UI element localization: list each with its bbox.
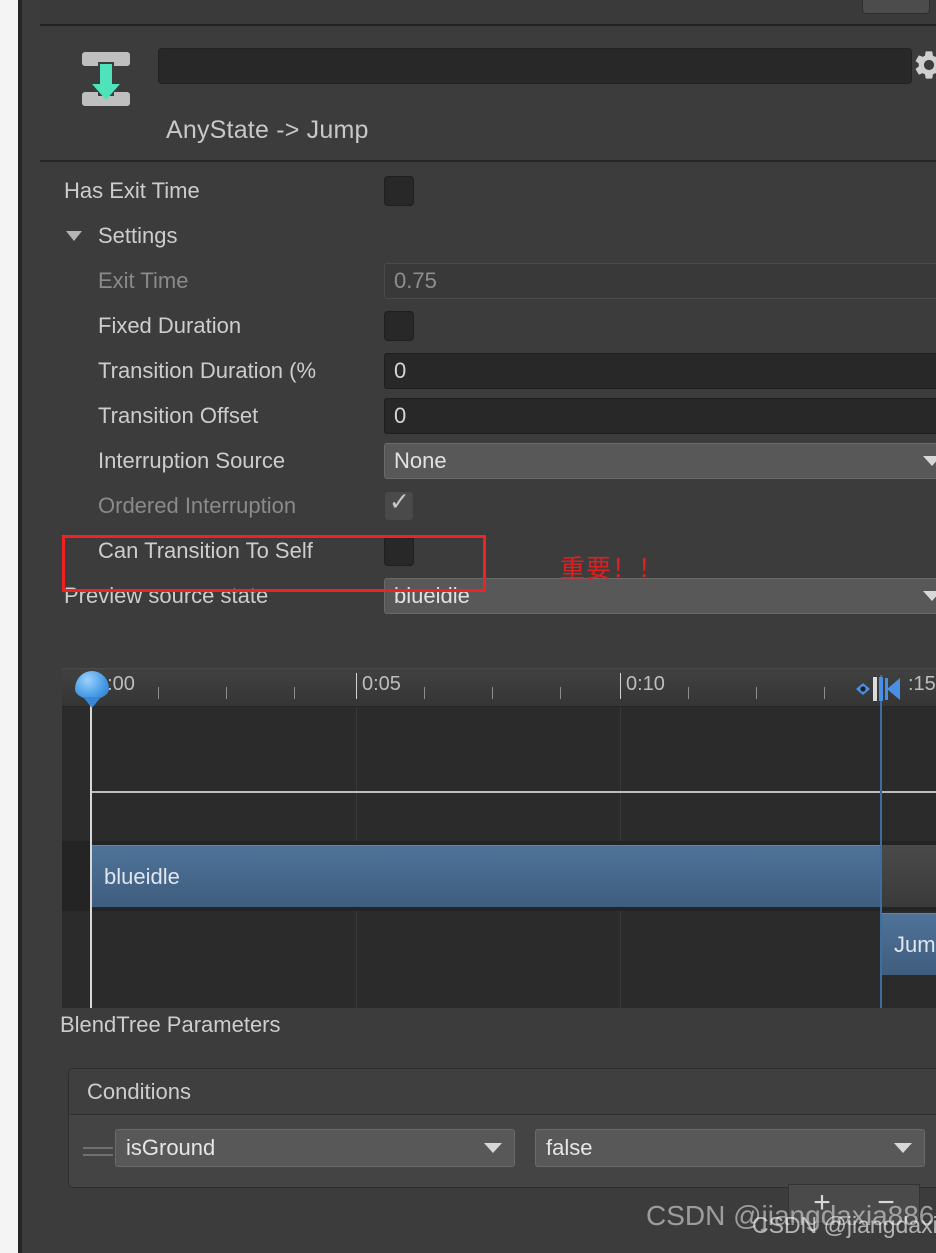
timeline-clip-gap (880, 845, 936, 907)
label-settings: Settings (98, 222, 178, 248)
ruler-label-1: 0:05 (362, 673, 401, 695)
condition-value-value: false (546, 1135, 593, 1160)
preview-timeline[interactable]: 0:00 0:05 0:10 :15 blueidle Jum (62, 668, 936, 1008)
label-can-transition-to-self: Can Transition To Self (98, 537, 313, 563)
chevron-down-icon (923, 590, 936, 601)
dropdown-preview-source-state-value: blueidle (394, 582, 470, 608)
panel-top-sliver (40, 0, 936, 26)
label-transition-duration: Transition Duration (% (98, 357, 317, 383)
property-row-interruption-source: Interruption Source None (44, 438, 936, 483)
checkbox-can-transition-to-self[interactable] (384, 535, 414, 566)
transition-name-field[interactable] (158, 48, 912, 84)
top-partial-button[interactable] (862, 0, 930, 14)
inspector-header: AnyState -> Jump (40, 28, 936, 162)
input-exit-time[interactable]: 0.75 (384, 262, 936, 299)
page-title: AnyState -> Jump (166, 116, 369, 144)
label-fixed-duration: Fixed Duration (98, 312, 242, 338)
input-transition-duration[interactable]: 0 (384, 352, 936, 389)
chevron-down-icon (923, 455, 936, 466)
conditions-footer-buttons: + − (788, 1184, 920, 1224)
dropdown-interruption-source[interactable]: None (384, 442, 936, 479)
label-has-exit-time: Has Exit Time (64, 177, 200, 203)
annotation-note: 重要！！ (560, 554, 665, 583)
properties-list: Has Exit Time Settings Exit Time 0.75 Fi… (44, 168, 936, 618)
timeline-clip-jump[interactable]: Jump (880, 913, 936, 975)
gear-icon[interactable] (912, 48, 936, 82)
conditions-box: Conditions isGround false (68, 1068, 936, 1188)
property-row-exit-time: Exit Time 0.75 (44, 258, 936, 303)
transition-marker-handle[interactable] (854, 675, 910, 703)
chevron-down-icon (894, 1143, 912, 1153)
blendtree-parameters-label: BlendTree Parameters (60, 1012, 281, 1037)
property-row-can-transition-to-self: Can Transition To Self (44, 528, 936, 573)
property-row-transition-offset: Transition Offset 0 (44, 393, 936, 438)
window-left-rail (0, 0, 18, 1253)
add-condition-button[interactable]: + (791, 1185, 853, 1223)
conditions-header-label: Conditions (87, 1078, 191, 1104)
label-preview-source-state: Preview source state (64, 582, 269, 608)
condition-parameter-value: isGround (126, 1135, 216, 1160)
conditions-header: Conditions (69, 1069, 936, 1115)
timeline-clip-blueidle-label: blueidle (104, 863, 180, 889)
timeline-clip-blueidle[interactable]: blueidle (90, 845, 880, 907)
inspector-panel: AnyState -> Jump Has Exit Time Settings … (18, 0, 936, 1253)
property-row-fixed-duration: Fixed Duration (44, 303, 936, 348)
property-row-settings[interactable]: Settings (44, 213, 936, 258)
checkbox-fixed-duration[interactable] (384, 310, 414, 341)
transition-marker-line (880, 675, 882, 1008)
label-exit-time: Exit Time (98, 267, 189, 293)
dropdown-interruption-source-value: None (394, 447, 447, 473)
timeline-separator-line (90, 791, 936, 793)
property-row-ordered-interruption: Ordered Interruption (44, 483, 936, 528)
property-row-preview-source-state: Preview source state blueidle (44, 573, 936, 618)
checkbox-has-exit-time[interactable] (384, 175, 414, 206)
dropdown-condition-value[interactable]: false (535, 1129, 925, 1167)
label-interruption-source: Interruption Source (98, 447, 286, 473)
checkbox-ordered-interruption[interactable] (384, 487, 414, 521)
chevron-down-icon (484, 1143, 502, 1153)
reorder-handle-icon[interactable] (83, 1147, 113, 1159)
unity-inspector-window: AnyState -> Jump Has Exit Time Settings … (0, 0, 936, 1253)
dropdown-condition-parameter[interactable]: isGround (115, 1129, 515, 1167)
input-transition-offset[interactable]: 0 (384, 397, 936, 434)
property-row-has-exit-time: Has Exit Time (44, 168, 936, 213)
ruler-label-2: 0:10 (626, 673, 665, 695)
timeline-playhead-knob[interactable] (75, 671, 109, 699)
label-transition-offset: Transition Offset (98, 402, 259, 428)
remove-condition-button[interactable]: − (855, 1185, 917, 1223)
label-ordered-interruption: Ordered Interruption (98, 492, 297, 518)
timeline-ruler[interactable]: 0:00 0:05 0:10 :15 (62, 669, 936, 707)
timeline-playhead[interactable] (90, 699, 92, 1008)
timeline-clip-jump-label: Jump (894, 931, 936, 957)
transition-icon (80, 50, 132, 108)
property-row-transition-duration: Transition Duration (% 0 (44, 348, 936, 393)
chevron-down-icon[interactable] (66, 230, 82, 241)
ruler-label-3: :15 (908, 673, 936, 695)
